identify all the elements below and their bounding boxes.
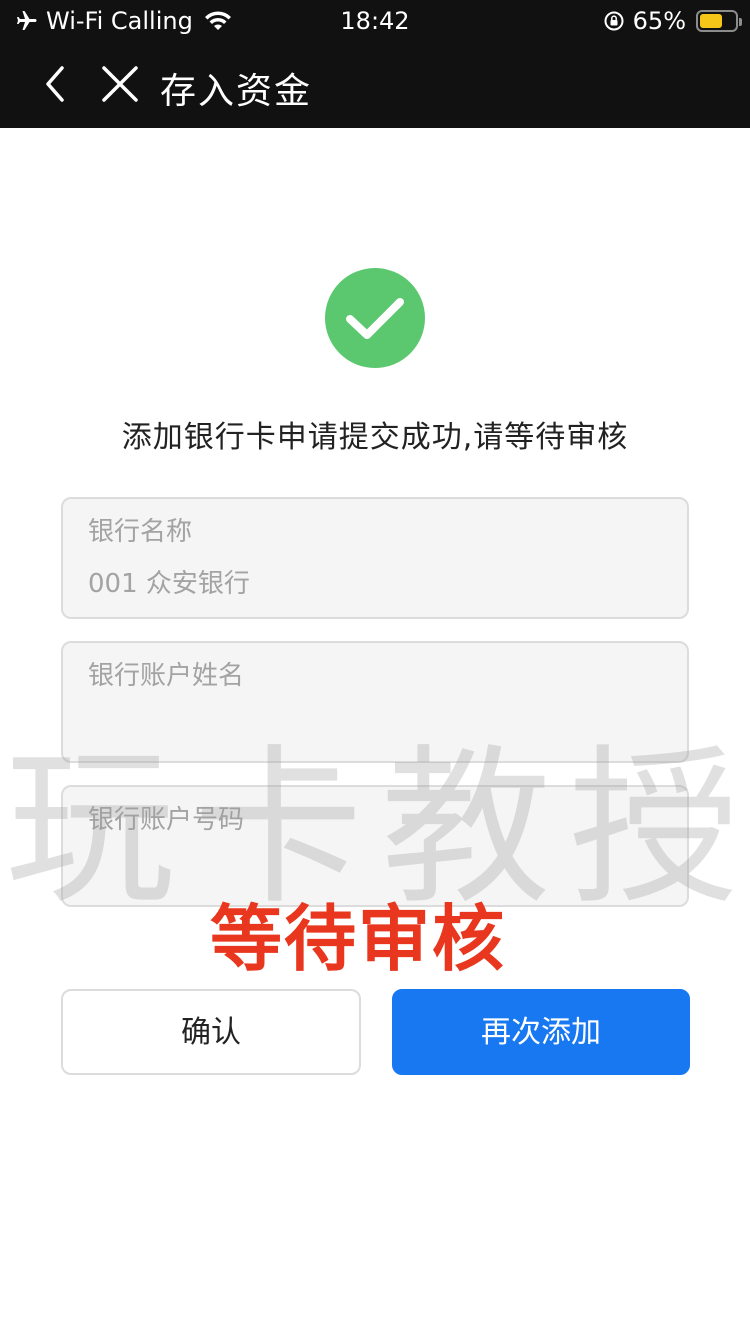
nav-bar: 存入资金 <box>0 42 750 128</box>
bank-name-value: 001 众安银行 <box>88 569 250 599</box>
page-title: 存入资金 <box>160 71 313 112</box>
bank-name-label: 银行名称 <box>88 517 193 547</box>
bank-name-field[interactable]: 银行名称 001 众安银行 <box>61 497 689 619</box>
account-number-label: 银行账户号码 <box>88 805 245 835</box>
account-name-field[interactable]: 银行账户姓名 <box>61 641 689 763</box>
status-right: 65% <box>603 7 742 35</box>
battery-percent: 65% <box>632 7 686 35</box>
check-circle-icon <box>325 268 425 368</box>
pending-review-overlay: 等待审核 <box>210 897 507 981</box>
battery-level-fill <box>700 14 723 28</box>
close-icon[interactable] <box>100 64 140 104</box>
add-again-button[interactable]: 再次添加 <box>392 989 690 1075</box>
checkmark-icon <box>346 298 404 339</box>
account-name-label: 银行账户姓名 <box>88 661 245 691</box>
success-message: 添加银行卡申请提交成功,请等待审核 <box>121 420 629 455</box>
confirm-button[interactable]: 确认 <box>61 989 361 1075</box>
battery-cap <box>739 18 742 26</box>
orientation-lock-icon <box>604 11 624 31</box>
battery-icon <box>696 10 742 32</box>
chevron-left-icon[interactable] <box>38 64 72 104</box>
page: Wi-Fi Calling 18:42 65% 存入资金 添加银行卡申请提交成功… <box>0 0 750 1334</box>
status-bar: Wi-Fi Calling 18:42 65% <box>0 0 750 42</box>
